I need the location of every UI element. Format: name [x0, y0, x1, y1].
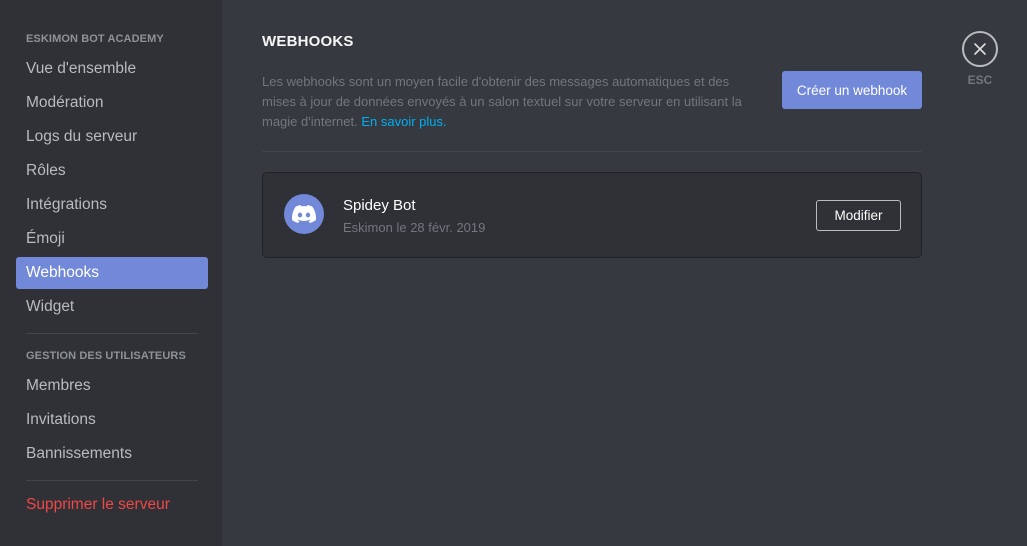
page-title: WEBHOOKS: [262, 33, 354, 50]
description-text: Les webhooks sont un moyen facile d'obte…: [262, 74, 742, 129]
close-icon: [974, 43, 986, 55]
server-section-header: ESKIMON BOT ACADEMY: [26, 33, 164, 45]
sidebar-item-members[interactable]: Membres: [16, 370, 208, 402]
close-button[interactable]: [962, 31, 998, 67]
edit-webhook-button[interactable]: Modifier: [816, 200, 901, 231]
webhook-meta: Eskimon le 28 févr. 2019: [343, 220, 486, 235]
settings-sidebar: ESKIMON BOT ACADEMY Vue d'ensemble Modér…: [0, 0, 222, 546]
webhooks-description: Les webhooks sont un moyen facile d'obte…: [262, 72, 762, 132]
esc-label: ESC: [967, 73, 993, 87]
sidebar-item-roles[interactable]: Rôles: [16, 155, 208, 187]
settings-content: WEBHOOKS Les webhooks sont un moyen faci…: [222, 0, 1027, 546]
webhook-name: Spidey Bot: [343, 197, 416, 214]
content-divider: [262, 151, 922, 152]
sidebar-item-webhooks[interactable]: Webhooks: [16, 257, 208, 289]
sidebar-item-moderation[interactable]: Modération: [16, 87, 208, 119]
delete-server-button[interactable]: Supprimer le serveur: [16, 489, 208, 521]
users-section-header: GESTION DES UTILISATEURS: [26, 350, 186, 362]
sidebar-item-audit-log[interactable]: Logs du serveur: [16, 121, 208, 153]
sidebar-separator: [26, 333, 198, 334]
sidebar-item-overview[interactable]: Vue d'ensemble: [16, 53, 208, 85]
sidebar-item-emoji[interactable]: Émoji: [16, 223, 208, 255]
create-webhook-button[interactable]: Créer un webhook: [782, 71, 922, 109]
discord-logo-icon: [284, 194, 324, 234]
learn-more-link[interactable]: En savoir plus.: [361, 114, 446, 129]
webhook-card: Spidey Bot Eskimon le 28 févr. 2019 Modi…: [262, 172, 922, 258]
sidebar-item-widget[interactable]: Widget: [16, 291, 208, 323]
sidebar-item-bans[interactable]: Bannissements: [16, 438, 208, 470]
sidebar-item-integrations[interactable]: Intégrations: [16, 189, 208, 221]
close-settings: ESC: [962, 31, 998, 87]
sidebar-separator: [26, 480, 198, 481]
sidebar-item-invites[interactable]: Invitations: [16, 404, 208, 436]
